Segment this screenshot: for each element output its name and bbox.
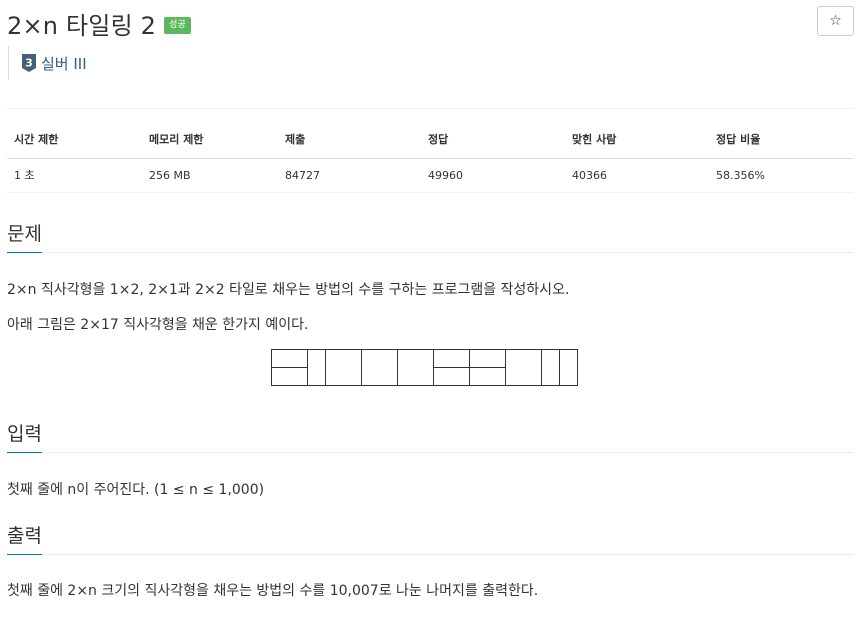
tiling-example-image	[271, 349, 578, 386]
value-time-limit: 1 초	[7, 158, 142, 193]
value-solvers: 40366	[565, 158, 709, 193]
section-title-input: 입력	[7, 419, 42, 453]
tier-row: 3 실버 III	[8, 46, 87, 80]
title-row: 2×n 타일링 2 성공	[7, 6, 191, 41]
section-title-problem: 문제	[7, 219, 42, 253]
header-solvers: 맞힌 사람	[565, 128, 709, 159]
header-accepted: 정답	[421, 128, 565, 159]
section-divider	[7, 252, 853, 253]
value-submissions: 84727	[278, 158, 421, 193]
silver-tier-icon: 3	[22, 54, 36, 72]
tier-number: 3	[25, 57, 33, 70]
value-memory-limit: 256 MB	[142, 158, 278, 193]
problem-section-header: 문제	[7, 219, 853, 253]
input-description: 첫째 줄에 n이 주어진다. (1 ≤ n ≤ 1,000)	[7, 482, 265, 498]
value-accept-ratio: 58.356%	[709, 158, 853, 193]
output-section-header: 출력	[7, 521, 853, 555]
header-time-limit: 시간 제한	[7, 128, 142, 159]
tier-link[interactable]: 실버 III	[41, 53, 87, 74]
header-submissions: 제출	[278, 128, 421, 159]
star-button[interactable]: ☆	[817, 6, 854, 36]
table-header-row: 시간 제한 메모리 제한 제출 정답 맞힌 사람 정답 비율	[7, 128, 853, 159]
table-row: 1 초 256 MB 84727 49960 40366 58.356%	[7, 158, 853, 193]
star-icon: ☆	[829, 13, 842, 29]
section-divider	[7, 452, 853, 453]
value-accepted: 49960	[421, 158, 565, 193]
problem-example-caption: 아래 그림은 2×17 직사각형을 채운 한가지 예이다.	[7, 317, 309, 333]
section-divider	[7, 554, 853, 555]
output-description: 첫째 줄에 2×n 크기의 직사각형을 채우는 방법의 수를 10,007로 나…	[7, 583, 539, 599]
header-memory-limit: 메모리 제한	[142, 128, 278, 159]
status-badge: 성공	[164, 17, 191, 34]
input-section-header: 입력	[7, 419, 853, 453]
problem-description: 2×n 직사각형을 1×2, 2×1과 2×2 타일로 채우는 방법의 수를 구…	[7, 282, 570, 298]
problem-info-table: 시간 제한 메모리 제한 제출 정답 맞힌 사람 정답 비율 1 초 256 M…	[7, 128, 853, 193]
section-title-output: 출력	[7, 521, 42, 555]
divider	[7, 108, 853, 109]
header-accept-ratio: 정답 비율	[709, 128, 853, 159]
problem-title: 2×n 타일링 2	[7, 12, 157, 40]
